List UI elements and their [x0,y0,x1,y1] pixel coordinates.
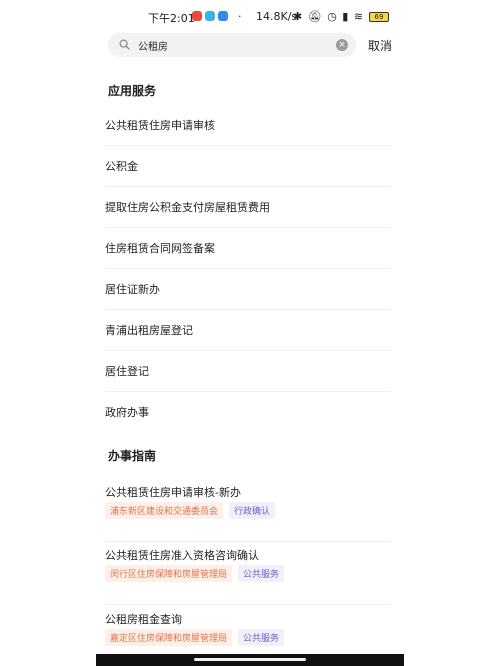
alarm-icon: ◷ [327,10,338,23]
search-input[interactable]: 公租房 [138,38,168,53]
section-title-services: 应用服务 [108,84,157,98]
search-bar[interactable]: 公租房 × [108,33,356,57]
status-bar: 下午2:01 · 14.8K/s ✱ 🔕︎ ◷ ▮ ≋ 69 [96,8,404,26]
system-icons: ✱ 🔕︎ ◷ ▮ ≋ [293,10,364,23]
network-speed: 14.8K/s [256,10,298,23]
list-item-label: 住房租赁合同网签备案 [105,242,215,255]
wifi-icon: ≋ [353,10,365,23]
list-item[interactable]: 提取住房公积金支付房屋租赁费用 [105,187,391,228]
status-separator: · [238,10,242,23]
list-item[interactable]: 居住证新办 [105,269,391,310]
app-notification-icon [218,11,228,21]
list-item[interactable]: 住房租赁合同网签备案 [105,228,391,269]
list-item[interactable]: 公积金 [105,146,391,187]
home-indicator[interactable] [194,658,306,661]
guide-tags: 浦东新区建设和交通委员会 行政确认 [105,502,276,519]
list-item[interactable]: 政府办事 [105,392,391,433]
list-item-label: 政府办事 [105,406,149,419]
guide-tags: 嘉定区住房保障和房屋管理局 公共服务 [105,629,285,646]
list-item[interactable]: 青浦出租房屋登记 [105,310,391,351]
notification-icons [192,11,228,21]
mute-icon: 🔕︎ [307,10,323,23]
list-item-label: 提取住房公积金支付房屋租赁费用 [105,201,270,214]
list-item-label: 公积金 [105,160,138,173]
guide-item-label: 公租房租金查询 [105,613,182,626]
phone-screen: 下午2:01 · 14.8K/s ✱ 🔕︎ ◷ ▮ ≋ 69 公租房 × 取消 … [96,0,404,666]
signal-icon: ▮ [342,10,350,23]
guide-item-label: 公共租赁住房准入资格咨询确认 [105,549,259,562]
department-tag: 嘉定区住房保障和房屋管理局 [105,629,233,646]
guide-item-label: 公共租赁住房申请审核-新办 [105,486,241,499]
department-tag: 浦东新区建设和交通委员会 [105,502,224,519]
search-icon [119,39,130,50]
service-type-tag: 行政确认 [229,502,276,519]
navigation-bar [96,654,404,666]
clear-icon[interactable]: × [336,39,348,51]
list-item[interactable]: 居住登记 [105,351,391,392]
list-item[interactable]: 公共租赁住房申请审核 [105,105,391,146]
cancel-button[interactable]: 取消 [368,37,392,54]
list-item-label: 居住登记 [105,365,149,378]
status-time: 下午2:01 [148,12,195,25]
guide-item[interactable]: 公共租赁住房申请审核-新办 浦东新区建设和交通委员会 行政确认 [105,480,391,542]
guide-item[interactable]: 公共租赁住房准入资格咨询确认 闵行区住房保障和房屋管理局 公共服务 [105,543,391,605]
service-type-tag: 公共服务 [238,565,285,582]
app-notification-icon [192,11,202,21]
bluetooth-icon: ✱ [293,10,304,23]
section-title-guides: 办事指南 [108,449,157,463]
list-item-label: 居住证新办 [105,283,160,296]
app-notification-icon [205,11,215,21]
guide-tags: 闵行区住房保障和房屋管理局 公共服务 [105,565,285,582]
list-item-label: 公共租赁住房申请审核 [105,119,215,132]
list-item-label: 青浦出租房屋登记 [105,324,193,337]
department-tag: 闵行区住房保障和房屋管理局 [105,565,233,582]
service-type-tag: 公共服务 [238,629,285,646]
battery-icon: 69 [369,12,389,22]
